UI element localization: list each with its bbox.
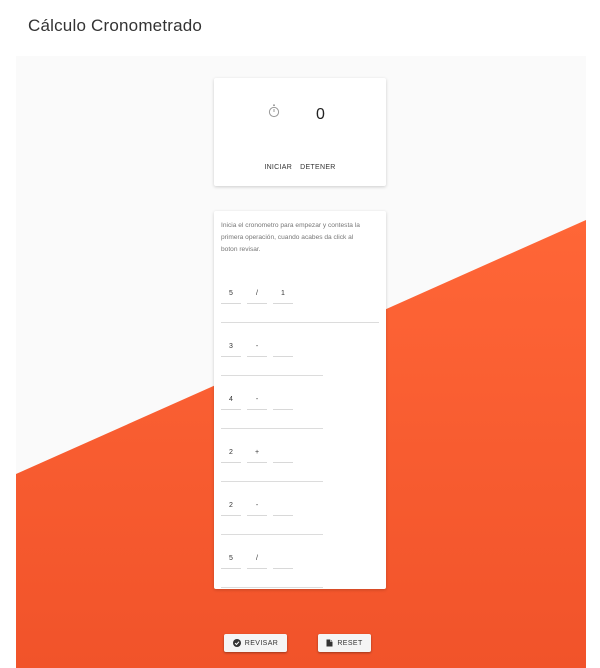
operand-b — [273, 548, 293, 569]
review-button[interactable]: REVISAR — [224, 634, 287, 652]
operations-card: Inicia el cronometro para empezar y cont… — [214, 211, 386, 589]
operation-row: 2 - — [221, 494, 293, 516]
answer-input-line[interactable] — [221, 534, 323, 535]
operator: / — [247, 283, 267, 304]
operator: - — [247, 336, 267, 357]
reset-button-label: RESET — [337, 639, 363, 647]
operation-row: 2 + — [221, 441, 293, 463]
operation-row: 3 - — [221, 335, 293, 357]
stopwatch-icon — [268, 104, 280, 118]
operand-a: 4 — [221, 389, 241, 410]
operand-a: 3 — [221, 336, 241, 357]
review-button-label: REVISAR — [244, 639, 279, 647]
operand-a: 2 — [221, 495, 241, 516]
instructions-text: Inicia el cronometro para empezar y cont… — [221, 222, 360, 253]
operation-row: 4 - — [221, 388, 293, 410]
start-timer-button[interactable]: INICIAR — [263, 163, 293, 172]
answer-input-line[interactable] — [221, 322, 379, 323]
operand-b — [273, 495, 293, 516]
operand-b: 1 — [273, 283, 293, 304]
operand-b — [273, 389, 293, 410]
answer-input-line[interactable] — [221, 428, 323, 429]
reset-button[interactable]: RESET — [318, 634, 371, 652]
operand-a: 5 — [221, 283, 241, 304]
operation-row: 5 / — [221, 547, 293, 569]
document-icon — [326, 639, 333, 647]
check-circle-icon — [232, 639, 241, 647]
operation-row: 5 / 1 — [221, 282, 293, 304]
operand-a: 5 — [221, 548, 241, 569]
operator: - — [247, 389, 267, 410]
timer-value: 0 — [316, 106, 325, 123]
operator: / — [247, 548, 267, 569]
timer-card: 0 INICIAR DETENER — [214, 78, 386, 186]
answer-input-line[interactable] — [221, 375, 323, 376]
operand-b — [273, 336, 293, 357]
stop-timer-button[interactable]: DETENER — [299, 163, 337, 172]
operator: + — [247, 442, 267, 463]
operand-a: 2 — [221, 442, 241, 463]
operator: - — [247, 495, 267, 516]
answer-input-line[interactable] — [221, 587, 323, 588]
page-title: Cálculo Cronometrado — [28, 16, 203, 35]
operand-b — [273, 442, 293, 463]
answer-input-line[interactable] — [221, 481, 323, 482]
main-stage: 0 INICIAR DETENER Inicia el cronometro p… — [16, 56, 586, 668]
timer-actions: INICIAR DETENER — [214, 163, 386, 172]
